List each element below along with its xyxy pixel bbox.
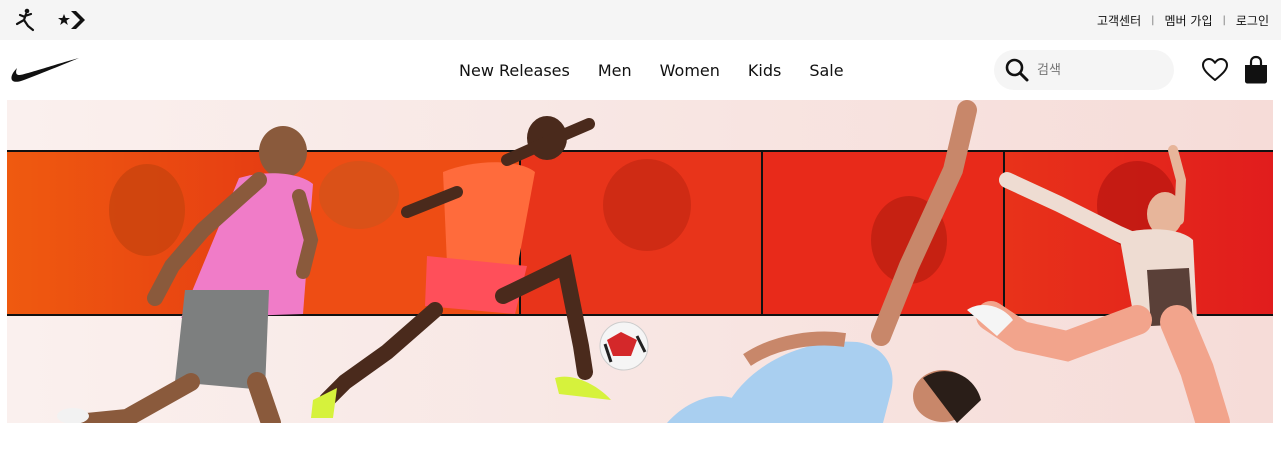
shopping-bag-icon[interactable] [1243,55,1269,85]
nav-kids[interactable]: Kids [748,61,781,80]
login-link[interactable]: 로그인 [1236,12,1269,29]
hero-banner[interactable] [7,100,1273,423]
nike-swoosh-logo[interactable] [10,54,80,86]
soccer-ball [599,321,649,371]
heart-icon[interactable] [1201,56,1229,84]
search-input[interactable] [1037,50,1157,90]
join-member-link[interactable]: 멤버 가입 [1165,12,1213,29]
nav-women[interactable]: Women [660,61,720,80]
nav-new-releases[interactable]: New Releases [459,61,570,80]
customer-service-link[interactable]: 고객센터 [1097,12,1141,29]
search-icon[interactable] [997,50,1037,90]
primary-nav: New Releases Men Women Kids Sale [459,40,872,100]
separator: | [1151,14,1155,26]
utility-bar: 고객센터 | 멤버 가입 | 로그인 [0,0,1281,40]
separator: | [1222,14,1226,26]
utility-links: 고객센터 | 멤버 가입 | 로그인 [1097,0,1269,40]
jordan-jumpman-icon[interactable] [12,8,38,32]
converse-star-chevron-icon[interactable] [58,8,86,32]
main-navigation: New Releases Men Women Kids Sale [0,40,1281,100]
search-box[interactable] [994,50,1174,90]
nav-sale[interactable]: Sale [809,61,843,80]
hero-illustration [7,100,1273,423]
nav-men[interactable]: Men [598,61,632,80]
